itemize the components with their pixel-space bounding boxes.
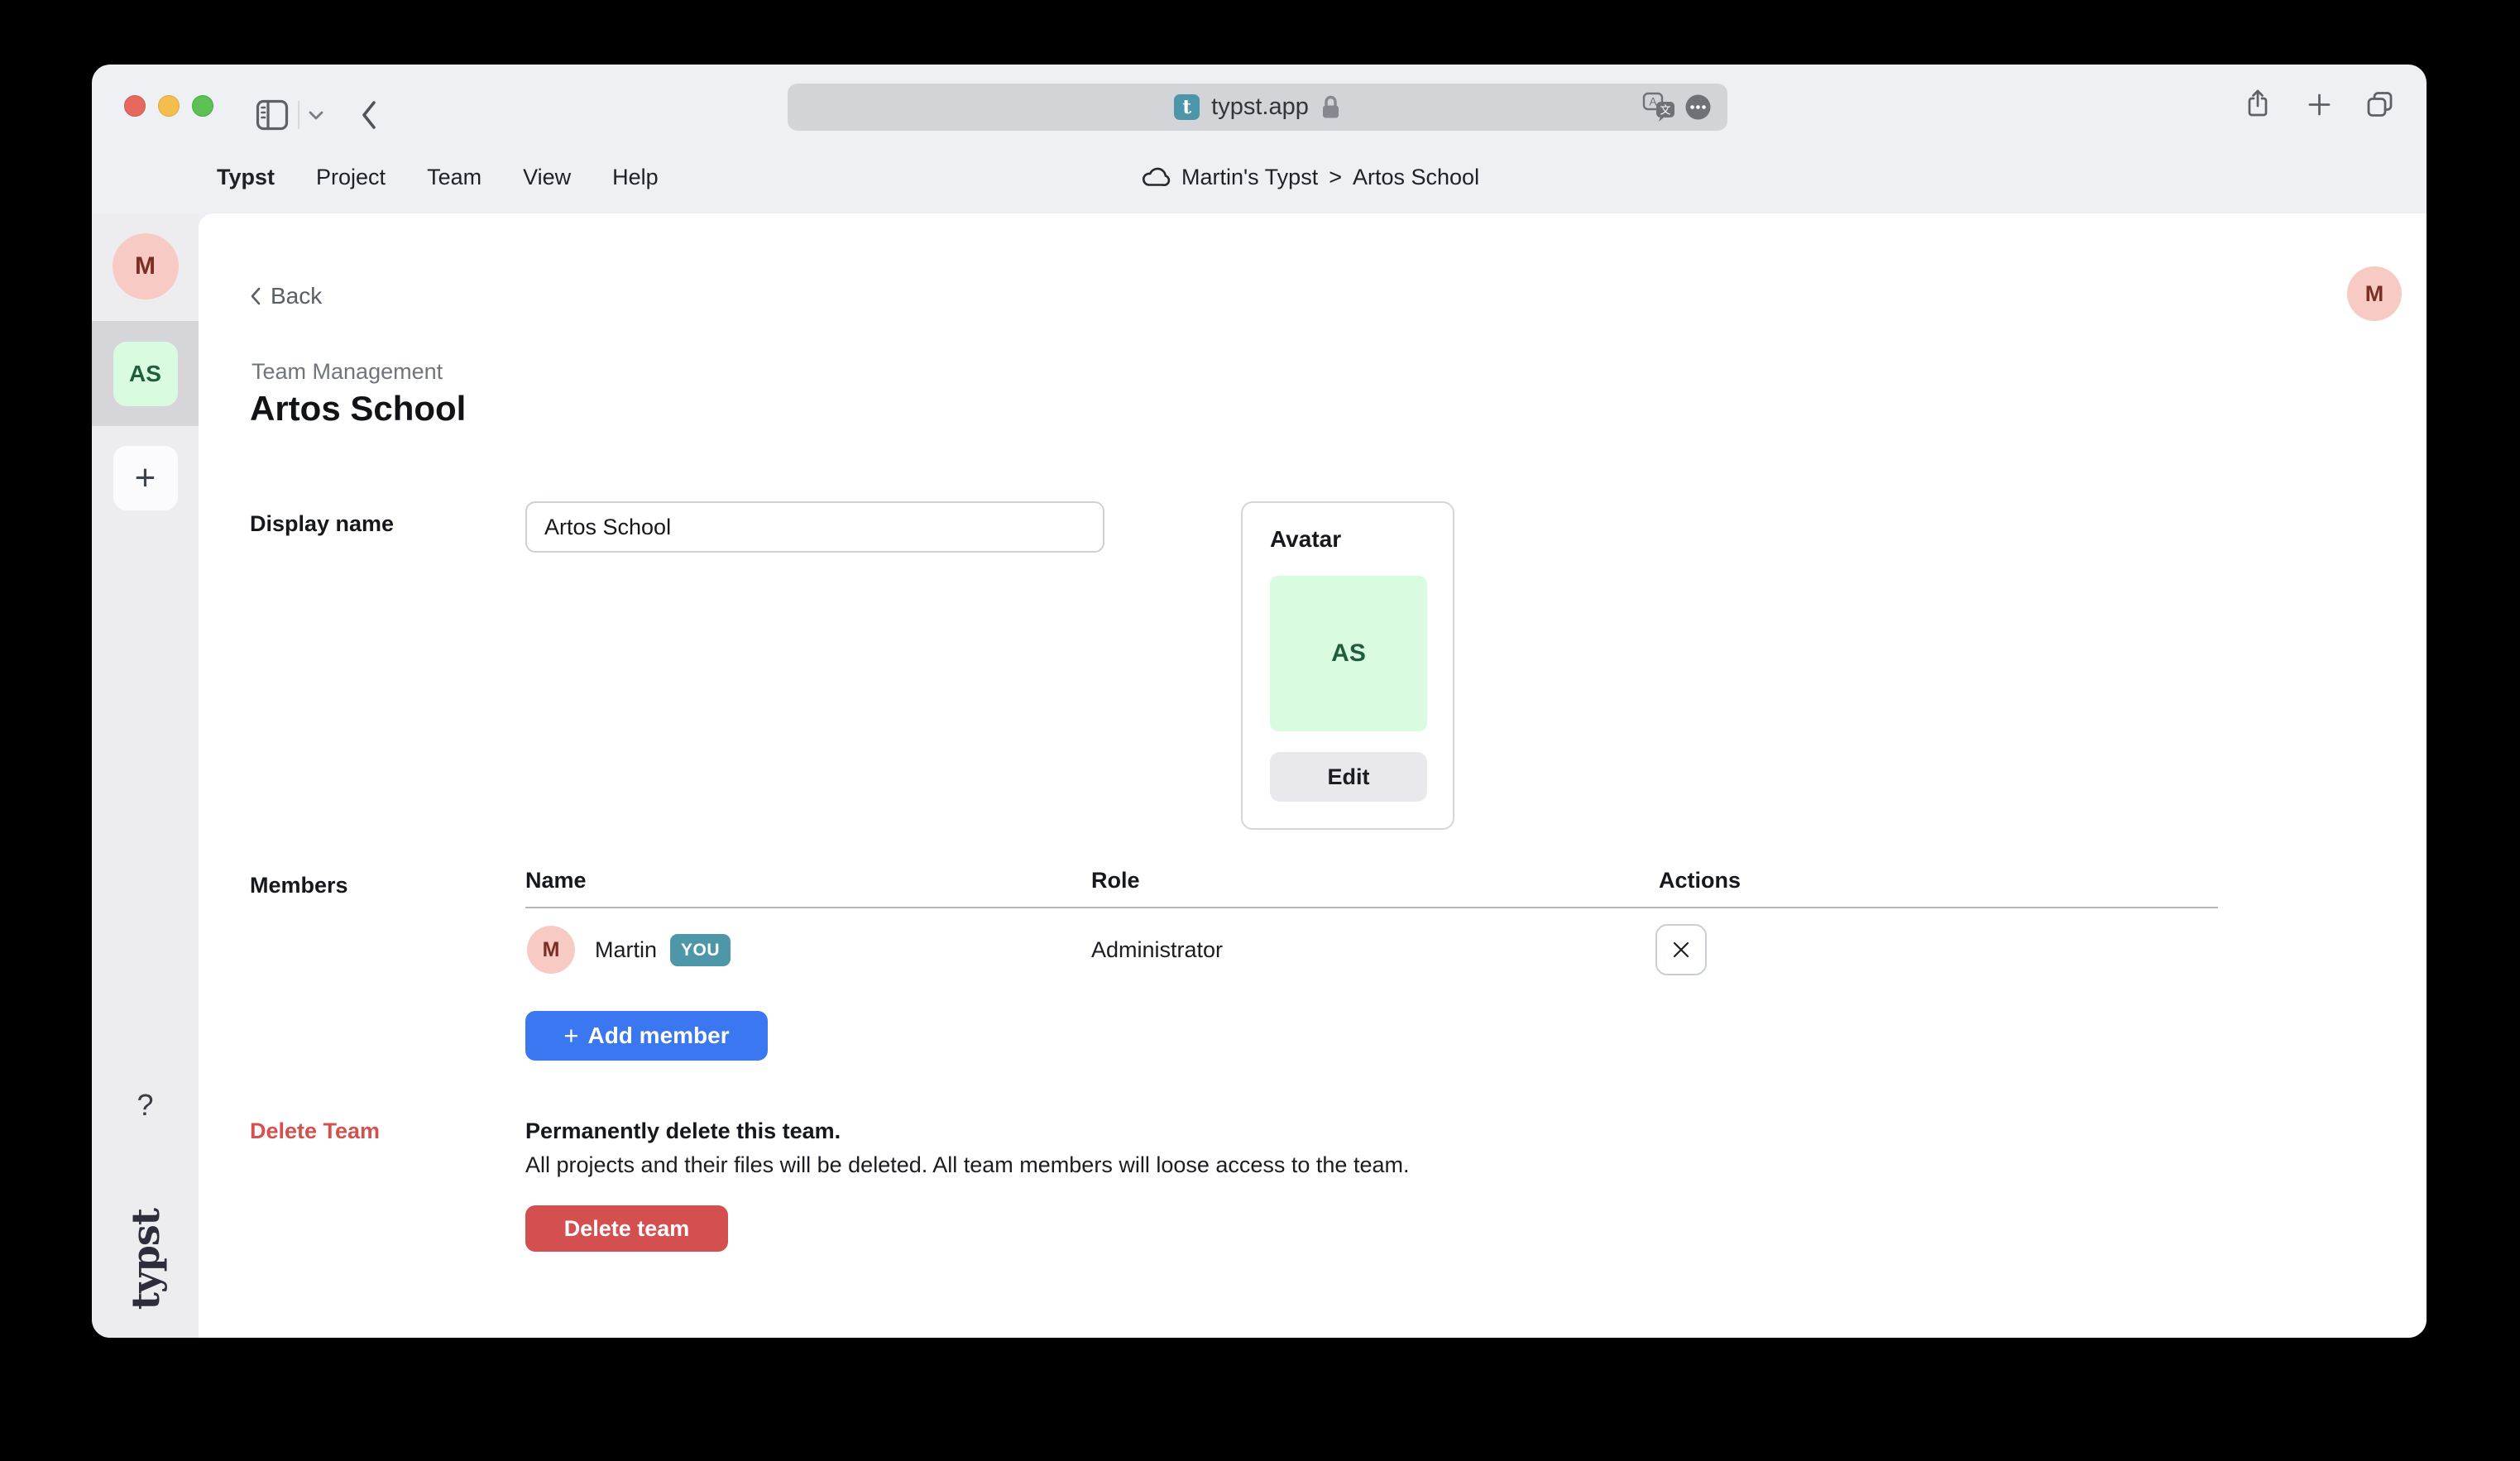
new-tab-icon[interactable] xyxy=(2308,93,2331,116)
menu-item-help[interactable]: Help xyxy=(612,165,659,190)
translate-icon[interactable]: A 文 xyxy=(1642,92,1677,122)
delete-team-button[interactable]: Delete team xyxy=(525,1205,728,1252)
team-management-panel: Back M Team Management Artos School Disp… xyxy=(199,213,2427,1338)
avatar-card: Avatar AS Edit xyxy=(1241,501,1454,830)
breadcrumb-workspace[interactable]: Martin's Typst xyxy=(1181,165,1318,190)
lock-icon xyxy=(1320,94,1341,120)
url-text: typst.app xyxy=(1211,93,1309,121)
traffic-lights xyxy=(124,95,213,117)
workspace-avatar[interactable]: M xyxy=(113,233,179,299)
add-team-button[interactable]: + xyxy=(113,446,178,510)
tab-overview-icon[interactable] xyxy=(2365,90,2394,118)
minimize-window-button[interactable] xyxy=(158,95,180,117)
zoom-window-button[interactable] xyxy=(192,95,213,117)
back-label: Back xyxy=(271,283,322,309)
team-avatar-preview: AS xyxy=(1270,576,1427,731)
share-icon[interactable] xyxy=(2246,88,2269,118)
display-name-label: Display name xyxy=(250,511,394,537)
menu-items: Typst Project Team View Help xyxy=(217,141,659,213)
workspace-rail: M AS + ? typst xyxy=(92,213,199,1338)
toolbar-divider xyxy=(298,101,299,129)
page-title: Artos School xyxy=(250,389,466,429)
cloud-icon xyxy=(1141,166,1171,189)
section-label: Team Management xyxy=(252,359,443,385)
plus-icon: + xyxy=(563,1021,578,1051)
table-header-divider xyxy=(525,907,2218,908)
column-header-role: Role xyxy=(1091,868,1140,893)
menu-item-project[interactable]: Project xyxy=(316,165,386,190)
back-button[interactable]: Back xyxy=(250,283,322,309)
edit-avatar-button[interactable]: Edit xyxy=(1270,752,1427,802)
desktop-background: t typst.app A 文 xyxy=(0,0,2520,1461)
add-member-label: Add member xyxy=(587,1023,729,1049)
menu-item-typst[interactable]: Typst xyxy=(217,165,275,190)
back-navigation-icon[interactable] xyxy=(362,100,376,130)
sidebar-toggle-icon[interactable] xyxy=(256,99,289,131)
svg-text:A: A xyxy=(1649,95,1657,108)
help-icon[interactable]: ? xyxy=(137,1088,153,1123)
member-name: Martin xyxy=(595,937,657,963)
user-avatar[interactable]: M xyxy=(2347,266,2402,321)
close-icon xyxy=(1670,939,1692,960)
browser-toolbar: t typst.app A 文 xyxy=(92,65,2427,141)
breadcrumb-separator: > xyxy=(1329,165,1342,190)
column-header-actions: Actions xyxy=(1659,868,1741,893)
browser-window: t typst.app A 文 xyxy=(92,65,2427,1338)
delete-team-headline: Permanently delete this team. xyxy=(525,1119,841,1144)
address-bar[interactable]: t typst.app A 文 xyxy=(788,84,1727,131)
app-menubar: Typst Project Team View Help Martin's Ty… xyxy=(92,141,2427,213)
chevron-down-icon[interactable] xyxy=(309,111,323,121)
delete-team-section-label: Delete Team xyxy=(250,1119,380,1144)
site-favicon: t xyxy=(1174,94,1200,120)
svg-text:文: 文 xyxy=(1660,104,1670,117)
member-avatar: M xyxy=(527,926,575,974)
rail-item-team-artos-school[interactable]: AS xyxy=(113,342,178,406)
menu-item-team[interactable]: Team xyxy=(427,165,481,190)
typst-logo: typst xyxy=(123,1209,168,1310)
column-header-name: Name xyxy=(525,868,587,893)
menu-item-view[interactable]: View xyxy=(523,165,571,190)
avatar-card-title: Avatar xyxy=(1270,526,1341,553)
close-window-button[interactable] xyxy=(124,95,146,117)
display-name-input[interactable] xyxy=(525,501,1104,553)
more-options-icon[interactable] xyxy=(1685,94,1711,120)
breadcrumb: Martin's Typst > Artos School xyxy=(1141,141,1479,213)
members-label: Members xyxy=(250,873,348,898)
you-badge: YOU xyxy=(670,934,731,966)
add-member-button[interactable]: + Add member xyxy=(525,1011,768,1061)
delete-team-description: All projects and their files will be del… xyxy=(525,1152,1409,1178)
member-role: Administrator xyxy=(1091,937,1223,963)
back-chevron-icon xyxy=(250,287,261,305)
breadcrumb-current: Artos School xyxy=(1353,165,1479,190)
remove-member-button[interactable] xyxy=(1655,924,1707,975)
